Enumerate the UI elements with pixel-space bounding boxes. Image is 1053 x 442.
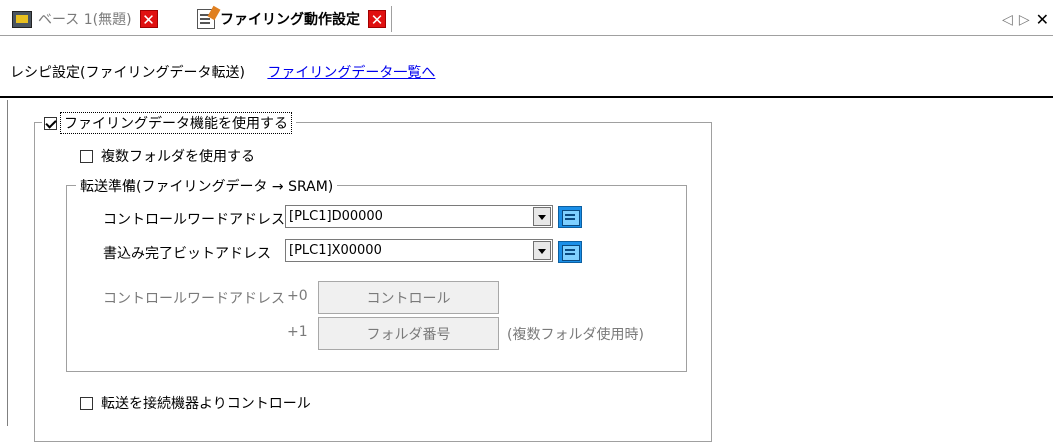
tab-next-icon[interactable]: ▷ (1019, 12, 1030, 28)
control-word-info-label: コントロールワードアドレス (103, 291, 285, 307)
tab-prev-icon[interactable]: ◁ (1002, 12, 1013, 28)
write-done-bit-address-label: 書込み完了ビットアドレス (103, 246, 271, 262)
close-tab-base1-icon[interactable]: ✕ (139, 10, 158, 29)
write-done-bit-address-combo[interactable]: [PLC1]X00000 (285, 239, 553, 262)
tab-navigation: ◁ ▷ ✕ (1002, 10, 1049, 29)
filing-function-checkbox[interactable] (44, 116, 57, 130)
header-divider (0, 96, 1053, 98)
multi-folder-label: 複数フォルダを使用する (101, 149, 255, 165)
chevron-down-icon[interactable] (533, 207, 551, 226)
device-control-label: 転送を接続機器よりコントロール (101, 396, 311, 412)
filing-function-toggle[interactable]: ファイリングデータ機能を使用する (42, 112, 296, 134)
close-all-icon[interactable]: ✕ (1036, 10, 1049, 29)
tab-filing-settings-label: ファイリング動作設定 (220, 12, 360, 28)
tab-base1[interactable]: ベース 1(無題) ✕ (12, 4, 158, 34)
device-control-toggle[interactable]: 転送を接続機器よりコントロール (80, 393, 311, 413)
control-word-address-combo[interactable]: [PLC1]D00000 (285, 205, 553, 228)
filing-data-list-link[interactable]: ファイリングデータ一覧へ (267, 65, 435, 81)
breadcrumb-current: レシピ設定(ファイリングデータ転送) (10, 65, 245, 81)
transfer-prep-title: 転送準備(ファイリングデータ → SRAM) (76, 176, 338, 196)
control-word-address-label: コントロールワードアドレス (103, 212, 285, 228)
address-input-keypad-icon[interactable] (558, 206, 582, 228)
offset-1-label: +1 (287, 324, 308, 340)
device-control-checkbox[interactable] (80, 396, 93, 410)
left-border (7, 100, 8, 426)
filing-function-label: ファイリングデータ機能を使用する (60, 112, 292, 134)
tab-separator (391, 6, 392, 32)
offset-1-note: (複数フォルダ使用時) (507, 327, 644, 343)
close-tab-filing-settings-icon[interactable]: ✕ (368, 10, 386, 29)
write-done-bit-address-value: [PLC1]X00000 (289, 243, 382, 258)
breadcrumb: レシピ設定(ファイリングデータ転送) ファイリングデータ一覧へ (10, 62, 435, 82)
tab-bar: ベース 1(無題) ✕ ファイリング動作設定 ✕ ◁ ▷ ✕ (0, 0, 1053, 36)
monitor-icon (12, 10, 32, 28)
chevron-down-icon[interactable] (533, 241, 551, 260)
address-input-keypad-icon[interactable] (558, 241, 582, 263)
multi-folder-checkbox[interactable] (80, 149, 93, 163)
offset-1-box: フォルダ番号 (318, 317, 499, 350)
document-icon (197, 9, 215, 29)
tab-filing-settings[interactable]: ファイリング動作設定 ✕ (197, 4, 386, 34)
tab-base1-label: ベース 1(無題) (38, 12, 132, 28)
offset-0-box: コントロール (318, 281, 499, 314)
multi-folder-toggle[interactable]: 複数フォルダを使用する (80, 146, 255, 166)
control-word-address-value: [PLC1]D00000 (289, 209, 383, 224)
offset-0-label: +0 (287, 288, 308, 304)
